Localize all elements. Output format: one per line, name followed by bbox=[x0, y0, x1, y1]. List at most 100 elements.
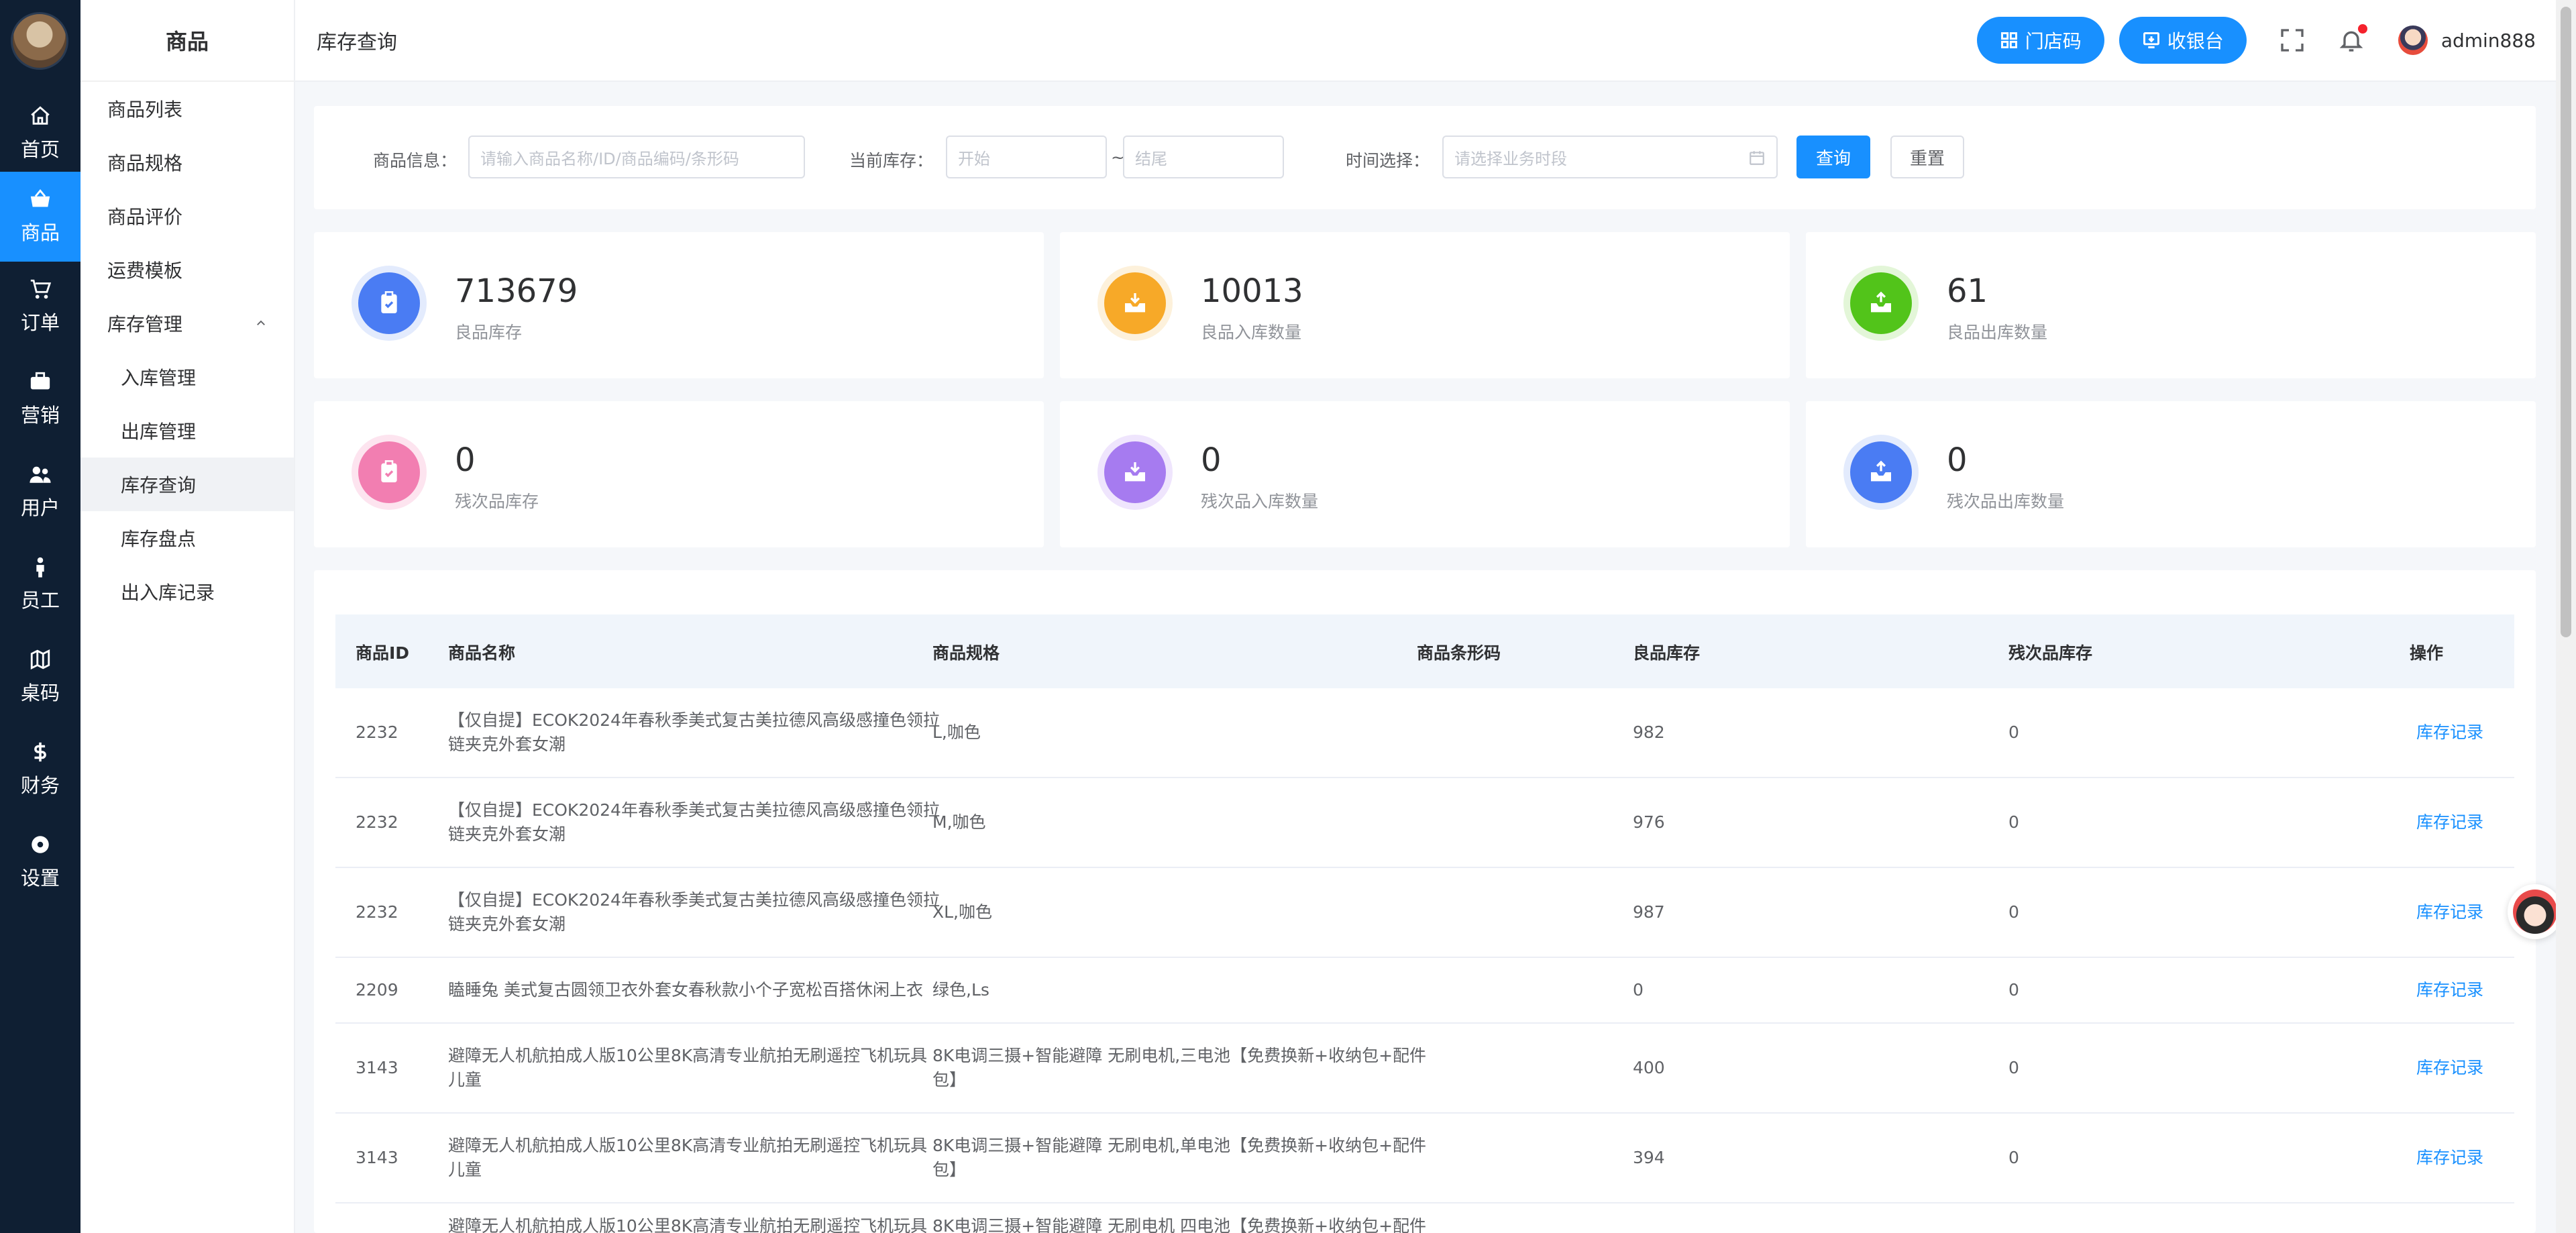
product-name-line: 链夹克外套女潮 bbox=[448, 824, 566, 844]
nav-settings-label: 设置 bbox=[20, 867, 60, 890]
cell-product-id: 2209 bbox=[356, 980, 398, 1000]
submenu-item-stock-records[interactable]: 出入库记录 bbox=[80, 565, 294, 619]
cell-product-spec: 8K电调三摄+智能避障 无刷电机,三电池【免费换新+收纳包+配件 包】 bbox=[932, 1044, 1426, 1092]
stock-table-card: 商品ID 商品名称 商品规格 商品条形码 良品库存 残次品库存 操作 2232 … bbox=[314, 570, 2536, 1233]
submenu-item-product-review[interactable]: 商品评价 bbox=[80, 189, 294, 243]
query-button-label: 查询 bbox=[1815, 148, 1851, 169]
submenu-item-label: 商品规格 bbox=[107, 152, 183, 174]
notification-badge bbox=[2357, 24, 2367, 34]
cell-product-id: 2232 bbox=[356, 812, 398, 832]
users-icon bbox=[30, 466, 51, 483]
product-info-label: 商品信息： bbox=[373, 151, 458, 170]
product-name-line: 链夹克外套女潮 bbox=[448, 914, 566, 934]
nav-order[interactable]: 订单 bbox=[0, 262, 80, 352]
clipboard-check-icon bbox=[381, 291, 397, 313]
time-select-label: 时间选择： bbox=[1346, 151, 1430, 170]
stock-record-link[interactable]: 库存记录 bbox=[2416, 900, 2483, 924]
submenu-item-label: 入库管理 bbox=[121, 367, 197, 389]
nav-home[interactable]: 首页 bbox=[0, 89, 80, 178]
fullscreen-icon[interactable] bbox=[2279, 27, 2306, 54]
time-range-placeholder: 请选择业务时段 bbox=[1454, 149, 1567, 168]
breadcrumb: 库存查询 bbox=[317, 31, 397, 54]
query-button[interactable]: 查询 bbox=[1796, 136, 1870, 178]
table-row: 2209 瞌睡兔 美式复古圆领卫衣外套女春秋款小个子宽松百搭休闲上衣 绿色,Ls… bbox=[335, 958, 2514, 1024]
nav-order-label: 订单 bbox=[20, 311, 60, 334]
stat-label: 良品库存 bbox=[455, 323, 523, 342]
stock-record-link[interactable]: 库存记录 bbox=[2416, 1056, 2483, 1080]
stat-card-good-inbound: 10013 良品入库数量 bbox=[1060, 232, 1790, 378]
scrollbar-thumb[interactable] bbox=[2561, 7, 2571, 637]
nav-staff-label: 员工 bbox=[20, 589, 60, 612]
product-name-line: 【仅自提】ECOK2024年春秋季美式复古美拉德风高级感撞色领拉 bbox=[448, 890, 940, 910]
customer-service-avatar[interactable] bbox=[2508, 884, 2563, 939]
nav-product[interactable]: 商品 bbox=[0, 172, 80, 262]
product-info-input[interactable]: 请输入商品名称/ID/商品编码/条形码 bbox=[468, 136, 805, 178]
table-row: 2232 【仅自提】ECOK2024年春秋季美式复古美拉德风高级感撞色领拉 链夹… bbox=[335, 688, 2514, 778]
submenu-item-label: 运费模板 bbox=[107, 260, 183, 282]
nav-marketing[interactable]: 营销 bbox=[0, 354, 80, 444]
calendar-icon bbox=[1750, 151, 1764, 165]
stat-card-defect-outbound: 0 残次品出库数量 bbox=[1806, 401, 2536, 547]
submenu-item-product-list[interactable]: 商品列表 bbox=[80, 82, 294, 136]
th-product-id: 商品ID bbox=[356, 643, 410, 663]
submenu-item-stock-out[interactable]: 出库管理 bbox=[80, 404, 294, 458]
stock-record-link[interactable]: 库存记录 bbox=[2416, 1146, 2483, 1170]
table-row: 2232 【仅自提】ECOK2024年春秋季美式复古美拉德风高级感撞色领拉 链夹… bbox=[335, 868, 2514, 958]
main-nav-rail: 首页 商品 订单 营销 用户 员工 桌码 财务 设置 bbox=[0, 0, 80, 1233]
submenu-item-label: 库存查询 bbox=[121, 474, 197, 496]
username[interactable]: admin888 bbox=[2441, 30, 2536, 52]
stock-end-input[interactable]: 结尾 bbox=[1123, 136, 1284, 178]
cell-product-spec: 绿色,Ls bbox=[932, 980, 989, 1000]
cashier-button[interactable]: 收银台 bbox=[2118, 17, 2247, 64]
submenu-item-shipping-template[interactable]: 运费模板 bbox=[80, 243, 294, 297]
chevron-up-icon bbox=[257, 320, 265, 325]
submenu-item-product-spec[interactable]: 商品规格 bbox=[80, 136, 294, 189]
filter-card: 商品信息： 请输入商品名称/ID/商品编码/条形码 当前库存： 开始 ~ 结尾 … bbox=[314, 106, 2536, 209]
table-header: 商品ID 商品名称 商品规格 商品条形码 良品库存 残次品库存 操作 bbox=[335, 614, 2514, 688]
stat-value: 713679 bbox=[455, 272, 578, 310]
time-range-picker[interactable]: 请选择业务时段 bbox=[1442, 136, 1778, 178]
gear-icon bbox=[32, 836, 49, 853]
cell-product-name: 避障无人机航拍成人版10公里8K高清专业航拍无刷遥控飞机玩具 儿童 bbox=[448, 1134, 927, 1182]
reset-button[interactable]: 重置 bbox=[1890, 136, 1964, 178]
product-name-line: 避障无人机航拍成人版10公里8K高清专业航拍无刷遥控飞机玩具 bbox=[448, 1136, 928, 1155]
nav-product-label: 商品 bbox=[20, 221, 60, 244]
submenu-item-stocktake[interactable]: 库存盘点 bbox=[80, 511, 294, 565]
stat-value: 0 bbox=[1201, 441, 1222, 479]
page-scrollbar[interactable] bbox=[2556, 0, 2576, 1233]
notification-button[interactable] bbox=[2338, 24, 2367, 54]
product-spec-line: 8K电调三摄+智能避障 无刷电机,单电池【免费换新+收纳包+配件 bbox=[932, 1136, 1427, 1155]
nav-user[interactable]: 用户 bbox=[0, 447, 80, 537]
submenu-item-stock-in[interactable]: 入库管理 bbox=[80, 350, 294, 404]
cell-defect-stock: 0 bbox=[2008, 1058, 2019, 1077]
cashier-label: 收银台 bbox=[2167, 30, 2224, 52]
nav-settings[interactable]: 设置 bbox=[0, 817, 80, 907]
cell-product-name: 避障无人机航拍成人版10公里8K高清专业航拍无刷遥控飞机玩具 儿童 bbox=[448, 1044, 927, 1092]
table-row: 避障无人机航拍成人版10公里8K高清专业航拍无刷遥控飞机玩具 8K电调三摄+智能… bbox=[335, 1203, 2514, 1233]
submenu-item-stock-query[interactable]: 库存查询 bbox=[80, 458, 294, 511]
submenu-item-label: 库存盘点 bbox=[121, 528, 197, 550]
stat-card-defect-inbound: 0 残次品入库数量 bbox=[1060, 401, 1790, 547]
stock-record-link[interactable]: 库存记录 bbox=[2416, 978, 2483, 1002]
nav-finance[interactable]: 财务 bbox=[0, 725, 80, 814]
submenu-group-inventory[interactable]: 库存管理 bbox=[80, 297, 294, 350]
cell-good-stock: 987 bbox=[1633, 902, 1665, 922]
nav-table-code[interactable]: 桌码 bbox=[0, 632, 80, 722]
stat-card-defect-stock: 0 残次品库存 bbox=[314, 401, 1044, 547]
stat-card-good-stock: 713679 良品库存 bbox=[314, 232, 1044, 378]
stock-record-link[interactable]: 库存记录 bbox=[2416, 720, 2483, 745]
store-logo[interactable] bbox=[11, 12, 68, 70]
stock-record-link[interactable]: 库存记录 bbox=[2416, 810, 2483, 835]
home-icon bbox=[31, 106, 50, 125]
cell-good-stock: 982 bbox=[1633, 722, 1665, 742]
grid-icon bbox=[2000, 32, 2017, 48]
stat-label: 良品出库数量 bbox=[1947, 323, 2048, 342]
nav-staff[interactable]: 员工 bbox=[0, 539, 80, 629]
cell-product-name: 瞌睡兔 美式复古圆领卫衣外套女春秋款小个子宽松百搭休闲上衣 bbox=[448, 980, 923, 1000]
avatar[interactable] bbox=[2398, 25, 2428, 55]
store-code-button[interactable]: 门店码 bbox=[1976, 17, 2104, 64]
stock-start-input[interactable]: 开始 bbox=[946, 136, 1107, 178]
cell-defect-stock: 0 bbox=[2008, 902, 2019, 922]
product-spec-line: 包】 bbox=[932, 1160, 967, 1179]
table-row: 3143 避障无人机航拍成人版10公里8K高清专业航拍无刷遥控飞机玩具 儿童 8… bbox=[335, 1114, 2514, 1203]
